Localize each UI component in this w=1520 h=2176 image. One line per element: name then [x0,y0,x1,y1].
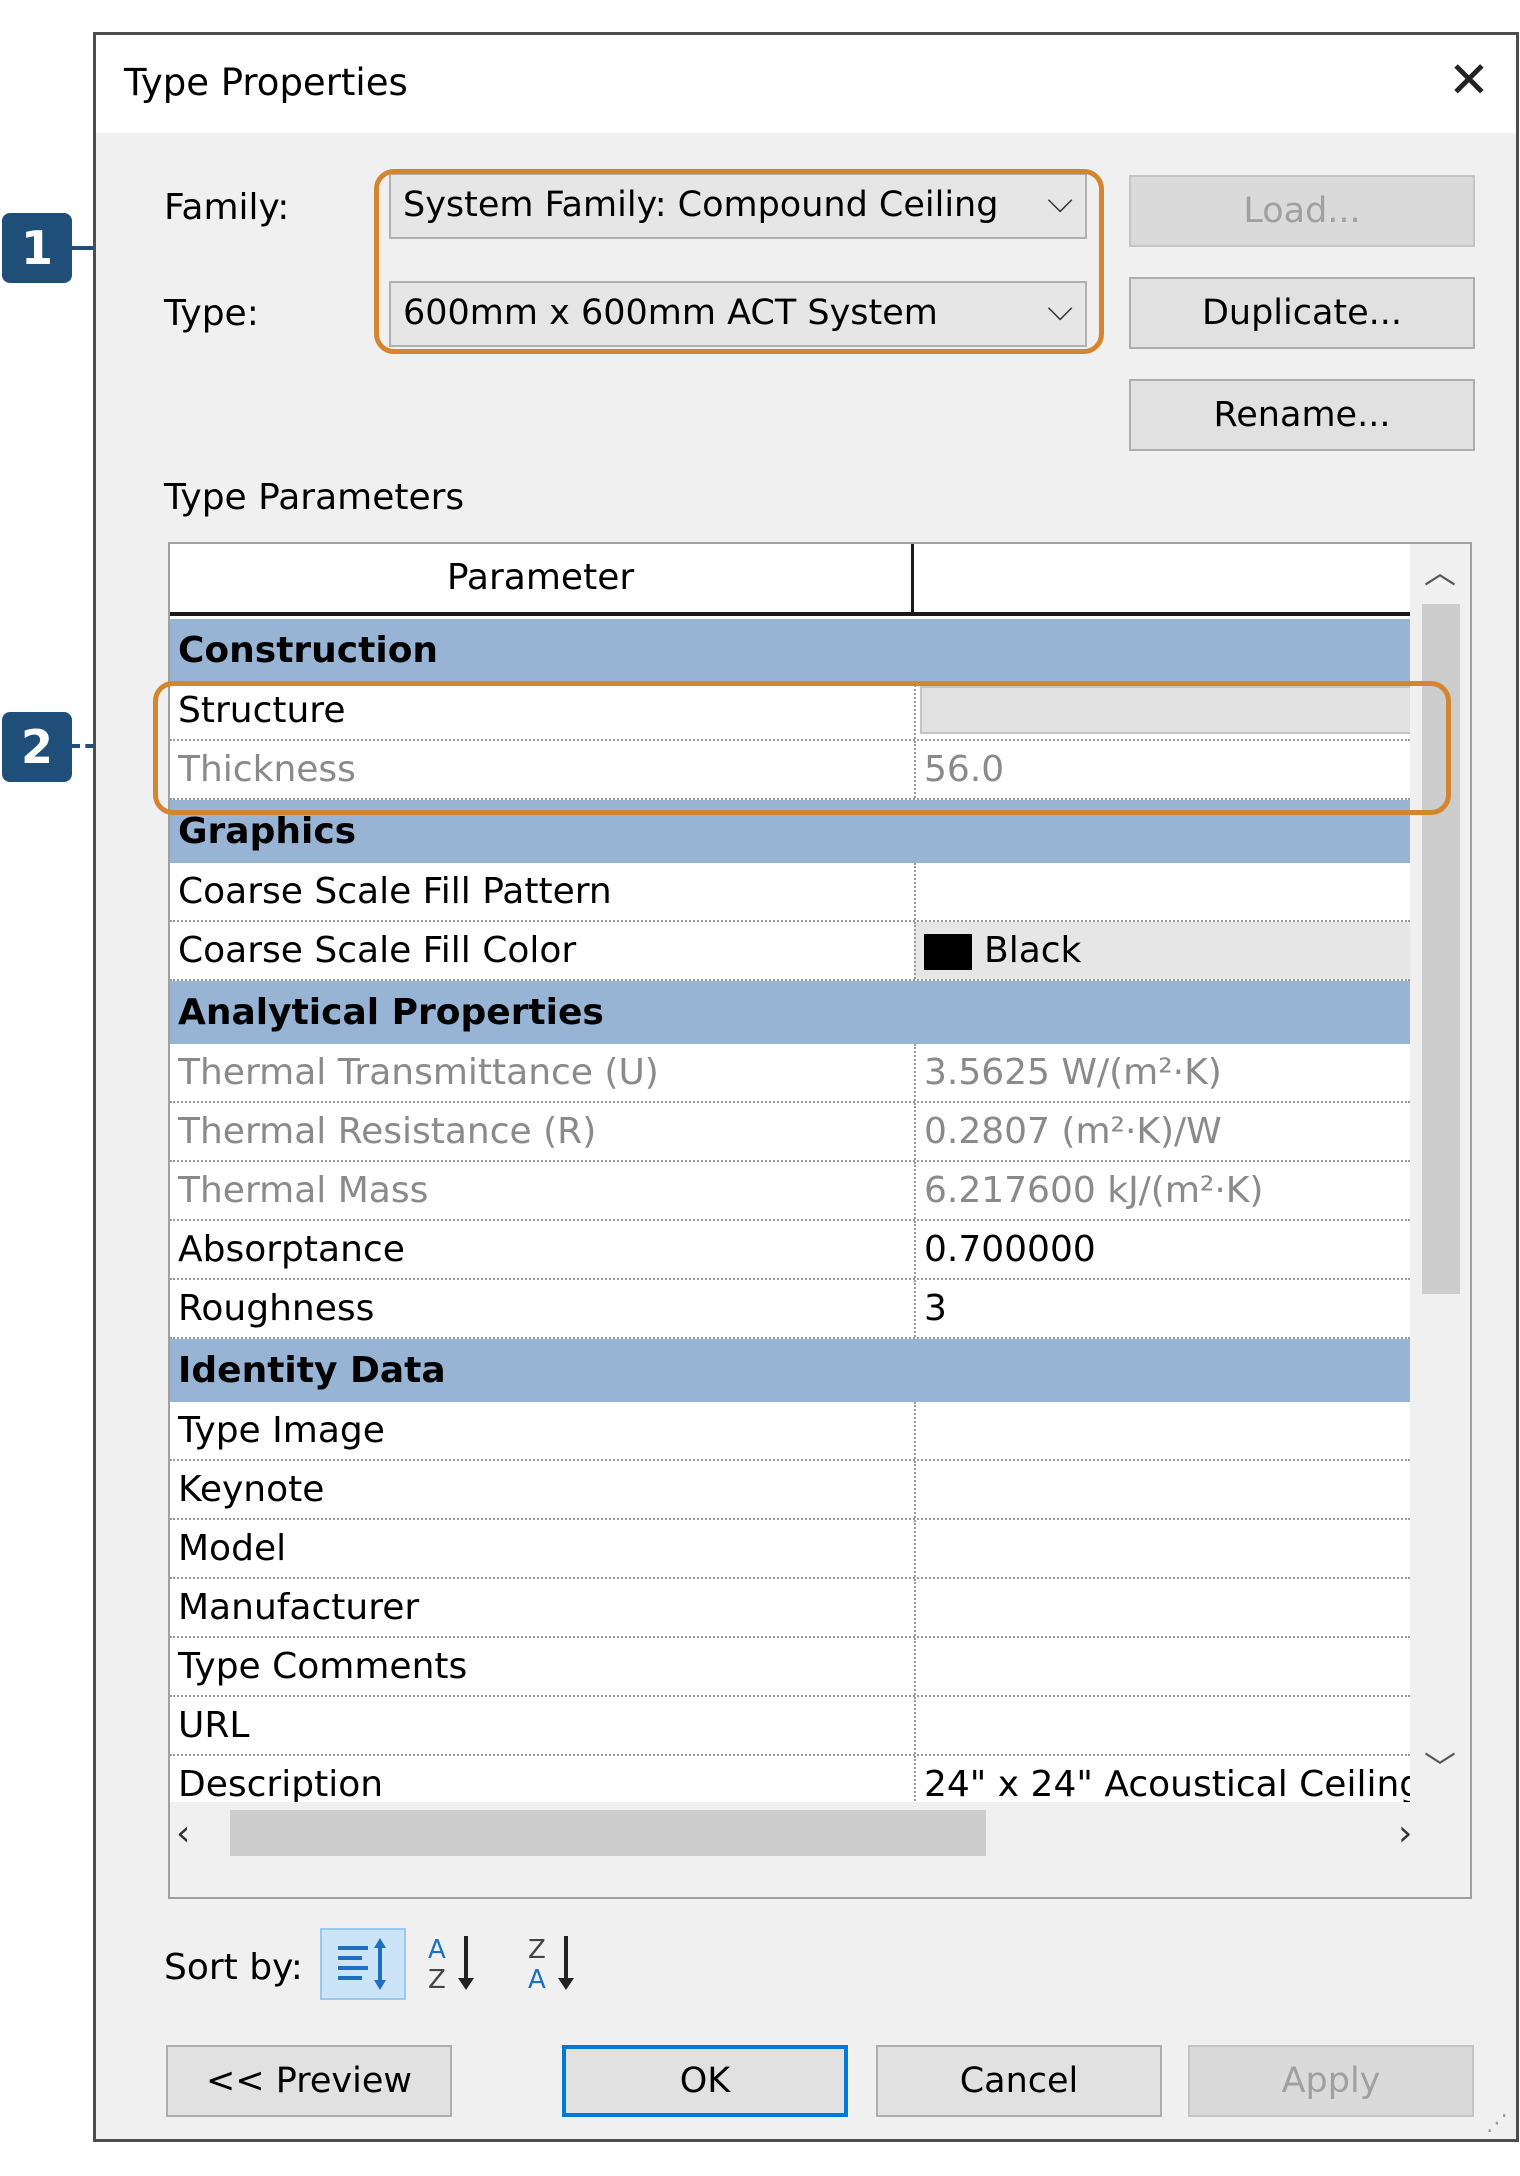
param-value[interactable]: 0.700000 [914,1221,1410,1278]
rename-button[interactable]: Rename... [1129,379,1475,451]
param-value[interactable] [914,1520,1410,1577]
svg-text:Z: Z [428,1965,446,1995]
group-sort-icon [338,1938,386,1990]
table-row[interactable]: Manufacturer [170,1579,1410,1638]
family-label: Family: [164,187,290,228]
param-value[interactable] [914,863,1410,920]
dialog-title: Type Properties [124,61,408,104]
scroll-left-icon[interactable]: ‹ [176,1804,226,1864]
param-name: Coarse Scale Fill Pattern [178,871,612,912]
param-name: Type Image [178,1410,385,1451]
table-row[interactable]: Type Image [170,1402,1410,1461]
param-name: URL [178,1705,250,1746]
sort-descending-button[interactable]: Z A [516,1928,602,2000]
close-icon[interactable]: ✕ [1442,53,1496,107]
param-value: 3.5625 W/(m²·K) [914,1044,1410,1101]
param-value[interactable] [914,1638,1410,1695]
ok-button[interactable]: OK [562,2045,848,2117]
parameter-column-header[interactable]: Parameter [170,544,914,612]
param-name: Thermal Resistance (R) [178,1111,597,1152]
callout-box-1 [374,169,1104,354]
param-value: 6.217600 kJ/(m²·K) [914,1162,1410,1219]
table-row[interactable]: URL [170,1697,1410,1756]
sort-by-label: Sort by: [164,1947,303,1988]
table-row[interactable]: Thermal Resistance (R) 0.2807 (m²·K)/W [170,1103,1410,1162]
value-column-header[interactable] [914,544,1410,612]
table-row[interactable]: Keynote [170,1461,1410,1520]
scroll-down-icon[interactable]: ﹀ [1410,1740,1470,1796]
sort-z-a-icon: Z A [528,1935,574,1995]
param-name: Manufacturer [178,1587,420,1628]
param-value[interactable] [914,1579,1410,1636]
param-name: Coarse Scale Fill Color [178,930,577,971]
param-value[interactable] [914,1461,1410,1518]
table-header: Parameter [170,544,1410,616]
resize-grip-icon[interactable]: ⋰ [1486,2111,1508,2136]
table-row[interactable]: Thermal Transmittance (U) 3.5625 W/(m²·K… [170,1044,1410,1103]
callout-box-2 [153,681,1451,815]
table-row[interactable]: Coarse Scale Fill Color Black [170,922,1410,981]
scroll-right-icon[interactable]: › [1398,1804,1448,1864]
table-row[interactable]: Type Comments [170,1638,1410,1697]
table-row[interactable]: Roughness 3 [170,1280,1410,1339]
param-value: 0.2807 (m²·K)/W [914,1103,1410,1160]
param-name: Roughness [178,1288,375,1329]
param-value[interactable] [914,1697,1410,1754]
sort-by-group-button[interactable] [320,1928,406,2000]
load-button[interactable]: Load... [1129,175,1475,247]
param-name: Thermal Mass [178,1170,429,1211]
table-row[interactable]: Thermal Mass 6.217600 kJ/(m²·K) [170,1162,1410,1221]
param-value-cell[interactable]: Black [914,922,1410,979]
param-name: Thermal Transmittance (U) [178,1052,659,1093]
table-row[interactable]: Coarse Scale Fill Pattern [170,863,1410,922]
table-row[interactable]: Model [170,1520,1410,1579]
type-parameters-label: Type Parameters [164,477,465,518]
svg-text:A: A [528,1965,546,1995]
param-name: Keynote [178,1469,325,1510]
type-properties-dialog: Type Properties ✕ Family: System Family:… [93,32,1519,2142]
param-value[interactable]: 3 [914,1280,1410,1337]
color-swatch [924,934,972,970]
param-name: Model [178,1528,287,1569]
category-construction[interactable]: Construction [170,619,1410,682]
duplicate-button[interactable]: Duplicate... [1129,277,1475,349]
sort-ascending-button[interactable]: A Z [416,1928,502,2000]
apply-button[interactable]: Apply [1188,2045,1474,2117]
type-label: Type: [164,293,259,334]
horizontal-scrollbar[interactable]: ‹ › [170,1802,1470,1897]
color-name: Black [984,930,1082,971]
category-identity-data[interactable]: Identity Data [170,1339,1410,1402]
svg-text:Z: Z [528,1935,546,1965]
title-bar: Type Properties ✕ [96,35,1516,133]
svg-text:A: A [428,1935,446,1965]
param-value[interactable] [914,1402,1410,1459]
param-name: Type Comments [178,1646,468,1687]
scroll-up-icon[interactable]: ︿ [1410,544,1470,600]
callout-badge-2: 2 [2,712,72,782]
cancel-button[interactable]: Cancel [876,2045,1162,2117]
horizontal-scroll-thumb[interactable] [230,1810,986,1856]
table-row[interactable]: Absorptance 0.700000 [170,1221,1410,1280]
param-name: Absorptance [178,1229,405,1270]
sort-a-z-icon: A Z [428,1935,474,1995]
preview-button[interactable]: << Preview [166,2045,452,2117]
category-analytical-properties[interactable]: Analytical Properties [170,981,1410,1044]
callout-badge-1: 1 [2,213,72,283]
